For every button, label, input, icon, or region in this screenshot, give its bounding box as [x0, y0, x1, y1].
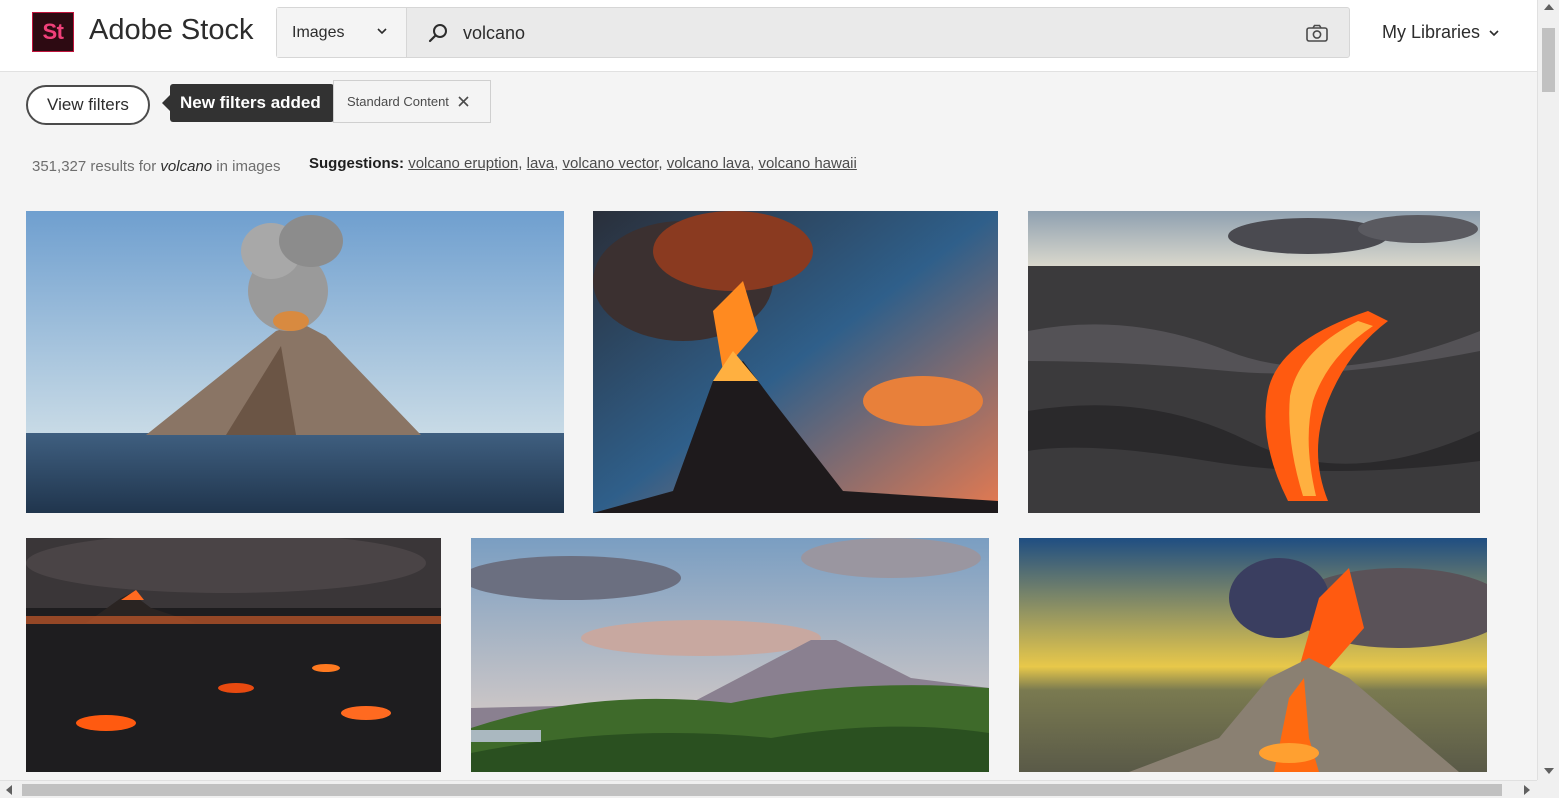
volcano-smoke-image — [1019, 538, 1487, 772]
chevron-down-icon — [377, 28, 387, 35]
search-input[interactable] — [463, 22, 1263, 44]
image-result[interactable] — [26, 538, 441, 772]
search-type-dropdown[interactable]: Images — [277, 8, 407, 57]
forest-volcano-image — [471, 538, 989, 772]
scroll-up-icon[interactable] — [1544, 4, 1554, 10]
new-filters-tooltip: New filters added — [162, 84, 334, 122]
suggestion-link[interactable]: volcano lava — [667, 155, 750, 172]
search-bar: Images — [276, 7, 1350, 58]
view-filters-button[interactable]: View filters — [26, 85, 150, 125]
results-summary: 351,327 results for volcano in images — [32, 158, 281, 175]
search-icon[interactable] — [427, 22, 449, 44]
suggestion-link[interactable]: volcano hawaii — [758, 155, 856, 172]
scrollbar-corner — [1537, 780, 1559, 798]
vertical-scrollbar[interactable] — [1537, 0, 1559, 780]
scroll-left-icon[interactable] — [6, 785, 12, 795]
my-libraries-label: My Libraries — [1382, 22, 1481, 42]
search-type-label: Images — [292, 23, 345, 41]
results-count: 351,327 — [32, 158, 87, 175]
logo-text: St — [42, 19, 65, 44]
results-text: results for — [86, 158, 161, 175]
suggestion-link[interactable]: lava — [527, 155, 555, 172]
image-result[interactable] — [471, 538, 989, 772]
suggestion-link[interactable]: volcano vector — [562, 155, 658, 172]
results-scope: in images — [212, 158, 281, 175]
chip-label: Standard Content — [347, 94, 449, 109]
lava-flow-image — [1028, 211, 1480, 513]
brand-name[interactable]: Adobe Stock — [89, 14, 253, 47]
adobe-stock-logo[interactable]: St — [32, 12, 74, 52]
standard-content-filter-chip[interactable]: Standard Content — [333, 80, 491, 123]
suggestion-link[interactable]: volcano eruption — [408, 155, 518, 172]
image-result[interactable] — [1019, 538, 1487, 772]
close-icon[interactable] — [458, 96, 469, 107]
top-header: St Adobe Stock Images My Libraries — [0, 0, 1537, 72]
volcano-island-image — [26, 211, 564, 513]
dark-lava-field-image — [26, 538, 441, 772]
suggestions-label: Suggestions: — [309, 155, 405, 172]
vertical-scroll-thumb[interactable] — [1542, 28, 1555, 92]
chevron-down-icon — [1489, 29, 1499, 36]
image-result[interactable] — [593, 211, 998, 513]
camera-icon[interactable] — [1305, 23, 1329, 43]
image-result[interactable] — [1028, 211, 1480, 513]
results-term: volcano — [160, 158, 213, 175]
scroll-down-icon[interactable] — [1544, 768, 1554, 774]
suggestions: Suggestions: volcano eruption, lava, vol… — [309, 155, 857, 172]
horizontal-scroll-thumb[interactable] — [22, 784, 1502, 796]
scroll-right-icon[interactable] — [1524, 785, 1530, 795]
horizontal-scrollbar[interactable] — [0, 780, 1537, 798]
my-libraries-menu[interactable]: My Libraries — [1382, 22, 1500, 43]
image-result[interactable] — [26, 211, 564, 513]
erupting-volcano-image — [593, 211, 998, 513]
